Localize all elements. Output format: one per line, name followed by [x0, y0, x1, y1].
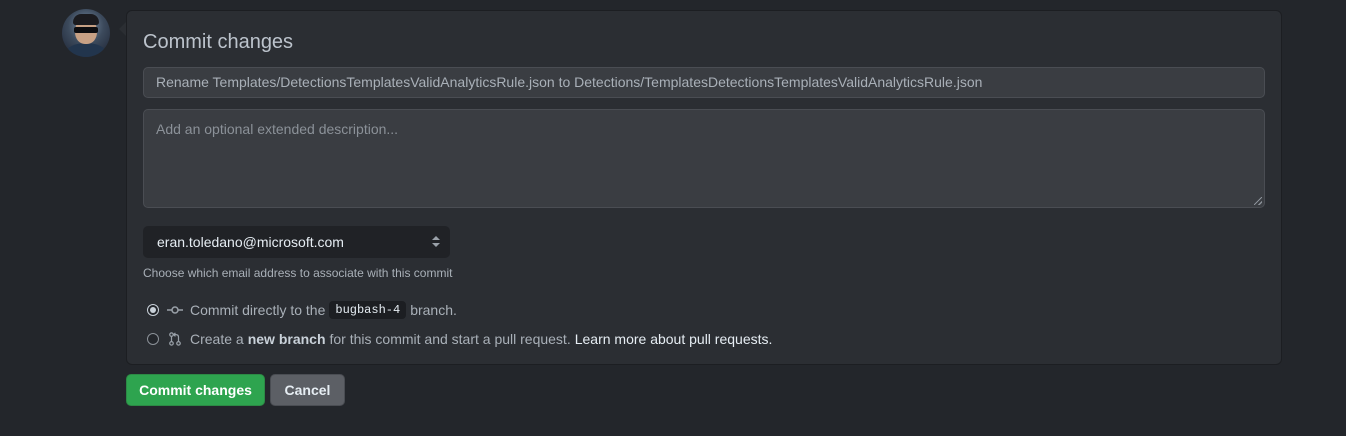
email-select-value: eran.toledano@microsoft.com	[157, 234, 344, 250]
option-new-branch-bold: new branch	[247, 331, 326, 347]
select-arrows-icon	[432, 235, 440, 249]
email-hint: Choose which email address to associate …	[143, 266, 453, 280]
commit-panel: Commit changes Rename Templates/Detectio…	[126, 10, 1282, 365]
option-new-branch-prefix: Create a	[190, 331, 244, 347]
radio-new-branch[interactable]	[147, 333, 159, 345]
option-direct-prefix: Commit directly to the	[190, 302, 326, 318]
panel-pointer	[119, 22, 126, 36]
commit-description-textarea[interactable]: Add an optional extended description...	[143, 109, 1265, 208]
option-new-branch[interactable]: Create a new branch for this commit and …	[147, 329, 772, 349]
cancel-button[interactable]: Cancel	[270, 374, 345, 406]
radio-commit-direct[interactable]	[147, 304, 159, 316]
commit-title: Commit changes	[143, 31, 294, 53]
branch-name-badge: bugbash-4	[329, 301, 407, 319]
option-new-branch-suffix: for this commit and start a pull request…	[329, 331, 571, 347]
user-avatar[interactable]	[62, 9, 110, 57]
avatar-shirt	[66, 43, 106, 57]
avatar-glasses	[74, 27, 98, 33]
learn-more-link[interactable]: Learn more about pull requests.	[575, 331, 773, 347]
textarea-resize-handle[interactable]	[1254, 197, 1262, 205]
commit-changes-button[interactable]: Commit changes	[126, 374, 265, 406]
avatar-hair	[73, 14, 99, 25]
commit-summary-input[interactable]: Rename Templates/DetectionsTemplatesVali…	[143, 67, 1265, 98]
description-placeholder: Add an optional extended description...	[156, 121, 399, 137]
option-commit-direct[interactable]: Commit directly to the bugbash-4 branch.	[147, 300, 457, 320]
git-commit-icon	[167, 306, 183, 314]
git-pull-request-icon	[169, 332, 181, 346]
email-select[interactable]: eran.toledano@microsoft.com	[143, 226, 450, 258]
option-direct-suffix: branch.	[410, 302, 457, 318]
